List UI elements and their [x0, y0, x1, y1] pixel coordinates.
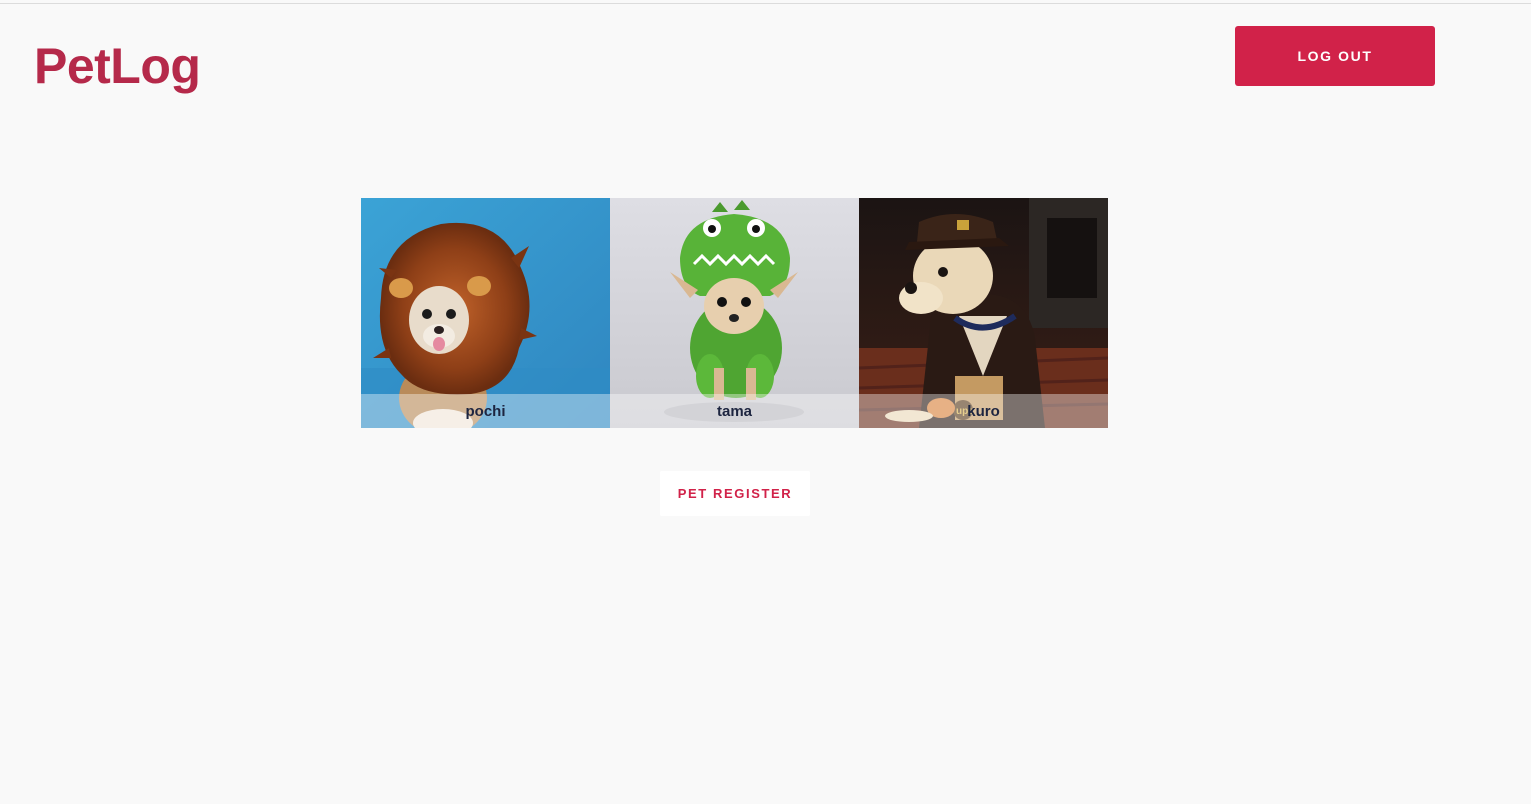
pet-register-button[interactable]: PET REGISTER [660, 471, 810, 516]
pet-name: pochi [465, 402, 506, 420]
pet-card[interactable]: ups kuro [859, 198, 1108, 428]
pet-name: tama [716, 402, 753, 420]
pet-caption: tama [610, 394, 859, 428]
pet-caption: pochi [361, 394, 610, 428]
brand-logo[interactable]: PetLog [34, 36, 201, 96]
pet-caption: kuro [859, 394, 1108, 428]
pet-name: kuro [967, 402, 1000, 420]
pet-gallery: pochi tama ups kuro [361, 198, 1108, 428]
top-divider [0, 3, 1531, 4]
pet-card[interactable]: pochi [361, 198, 610, 428]
logout-button[interactable]: LOG OUT [1235, 26, 1435, 86]
pet-card[interactable]: tama [610, 198, 859, 428]
